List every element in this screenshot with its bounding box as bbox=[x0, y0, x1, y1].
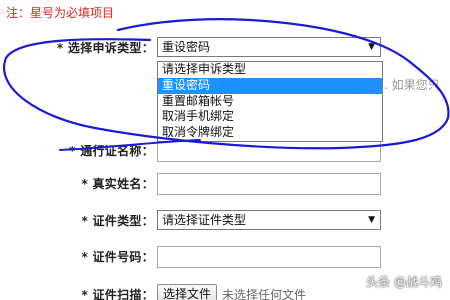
dropdown-arrow-icon: ▼ bbox=[368, 42, 375, 52]
dropdown-option-choose[interactable]: 请选择申诉类型 bbox=[158, 62, 382, 78]
appeal-type-value: 重设密码 bbox=[162, 40, 211, 54]
appeal-type-dropdown-list: 请选择申诉类型 重设密码 重置邮箱帐号 取消手机绑定 取消令牌绑定 bbox=[157, 61, 383, 142]
choose-file-button[interactable]: 选择文件 bbox=[157, 284, 218, 300]
dropdown-option-reset-email[interactable]: 重置邮箱帐号 bbox=[158, 94, 382, 110]
appeal-type-label: * 选择申诉类型： bbox=[56, 41, 154, 55]
dropdown-option-reset-password[interactable]: 重设密码 bbox=[158, 77, 382, 94]
id-number-label: * 证件号码： bbox=[81, 250, 154, 264]
required-note: 注：星号为必填项目 bbox=[6, 6, 115, 20]
id-type-select[interactable]: 请选择证件类型 ▼ bbox=[157, 210, 381, 230]
truncated-hint-text: . 如果您只 bbox=[384, 78, 440, 92]
pass-name-label: * 通行证名称： bbox=[69, 144, 154, 158]
dropdown-arrow-icon: ▼ bbox=[368, 215, 375, 225]
appeal-type-row: * 选择申诉类型： 重设密码 ▼ bbox=[0, 37, 450, 59]
id-scan-label: * 证件扫描： bbox=[81, 288, 154, 300]
appeal-form-page: 注：星号为必填项目 * 选择申诉类型： 重设密码 ▼ 请选择申诉类型 重设密码 … bbox=[0, 0, 450, 300]
real-name-label: * 真实姓名： bbox=[81, 177, 154, 191]
real-name-input[interactable] bbox=[157, 173, 381, 195]
id-type-value: 请选择证件类型 bbox=[162, 213, 247, 227]
id-type-label: * 证件类型： bbox=[81, 214, 154, 228]
real-name-row: * 真实姓名： bbox=[0, 173, 450, 195]
id-number-input[interactable] bbox=[157, 246, 381, 268]
file-status-text: 未选择任何文件 bbox=[222, 288, 307, 300]
watermark: 头条 @战斗鸡 bbox=[366, 275, 442, 289]
dropdown-option-unbind-token[interactable]: 取消令牌绑定 bbox=[158, 125, 382, 141]
pass-name-row: * 通行证名称： bbox=[0, 140, 450, 162]
id-number-row: * 证件号码： bbox=[0, 246, 450, 268]
appeal-type-select[interactable]: 重设密码 ▼ bbox=[157, 37, 381, 57]
dropdown-option-unbind-phone[interactable]: 取消手机绑定 bbox=[158, 109, 382, 125]
id-type-row: * 证件类型： 请选择证件类型 ▼ bbox=[0, 210, 450, 232]
pass-name-input[interactable] bbox=[157, 140, 381, 162]
